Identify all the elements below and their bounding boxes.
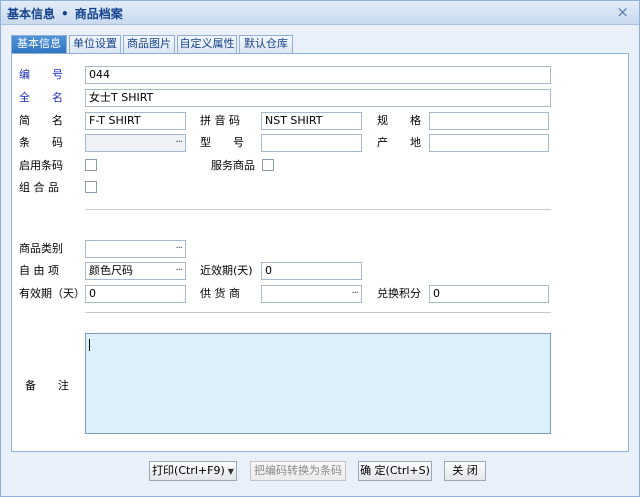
- shortname-input[interactable]: F-T SHIRT: [85, 112, 186, 130]
- close-icon[interactable]: ×: [616, 4, 629, 20]
- points-label: 兑换积分: [377, 287, 421, 300]
- free-item-picker-icon[interactable]: ···: [175, 263, 182, 279]
- combo-label: 组 合 品: [19, 181, 59, 194]
- near-expiry-input[interactable]: 0: [261, 262, 362, 280]
- dialog-body: 基本信息 单位设置 商品图片 自定义属性 默认仓库 编 号 044 全 名 女士…: [7, 31, 633, 452]
- section-divider: [85, 209, 551, 210]
- shortname-label: 简 名: [19, 114, 63, 127]
- enable-barcode-checkbox[interactable]: [85, 159, 97, 171]
- close-button[interactable]: 关 闭: [444, 461, 486, 481]
- tab-unit-settings[interactable]: 单位设置: [69, 35, 121, 53]
- print-button[interactable]: 打印(Ctrl+F9) ▼: [149, 461, 237, 481]
- category-picker-icon[interactable]: ···: [175, 241, 182, 257]
- section-divider-2: [85, 312, 551, 313]
- title-bar: 基本信息 • 商品档案 ×: [1, 1, 639, 25]
- remark-textarea[interactable]: [85, 333, 551, 434]
- tab-custom-attributes[interactable]: 自定义属性: [177, 35, 237, 53]
- dropdown-arrow-icon[interactable]: ▼: [228, 467, 234, 476]
- origin-label: 产 地: [377, 136, 421, 149]
- combo-checkbox[interactable]: [85, 181, 97, 193]
- breadcrumb-current: 商品档案: [74, 7, 123, 21]
- tab-default-warehouse[interactable]: 默认仓库: [239, 35, 293, 53]
- convert-to-barcode-button[interactable]: 把编码转换为条码: [250, 461, 346, 481]
- product-archive-window: 基本信息 • 商品档案 × 基本信息 单位设置 商品图片 自定义属性 默认仓库 编 …: [0, 0, 640, 497]
- pinyin-input[interactable]: NST SHIRT: [261, 112, 362, 130]
- service-goods-checkbox[interactable]: [262, 159, 274, 171]
- breadcrumb: 基本信息 • 商品档案: [7, 5, 123, 22]
- ok-button[interactable]: 确 定(Ctrl+S): [358, 461, 432, 481]
- free-item-input[interactable]: 颜色尺码 ···: [85, 262, 186, 280]
- barcode-picker-icon[interactable]: ···: [175, 135, 182, 151]
- tab-product-images[interactable]: 商品图片: [123, 35, 175, 53]
- model-label: 型 号: [200, 136, 244, 149]
- breadcrumb-separator: •: [61, 7, 69, 21]
- validity-input[interactable]: 0: [85, 285, 186, 303]
- barcode-label: 条 码: [19, 136, 63, 149]
- supplier-picker-icon[interactable]: ···: [351, 286, 358, 302]
- code-input[interactable]: 044: [85, 66, 551, 84]
- remark-label: 备 注: [25, 379, 69, 392]
- fullname-input[interactable]: 女士T SHIRT: [85, 89, 551, 107]
- origin-input[interactable]: [429, 134, 549, 152]
- validity-label: 有效期（天）: [19, 287, 85, 300]
- code-label: 编 号: [19, 68, 63, 81]
- points-input[interactable]: 0: [429, 285, 549, 303]
- spec-label: 规 格: [377, 114, 421, 127]
- free-item-label: 自 由 项: [19, 264, 59, 277]
- button-bar: 打印(Ctrl+F9) ▼ 把编码转换为条码 确 定(Ctrl+S) 关 闭: [1, 457, 639, 487]
- print-button-label: 打印(Ctrl+F9): [152, 464, 225, 477]
- breadcrumb-root: 基本信息: [7, 7, 56, 21]
- basic-info-panel: 编 号 044 全 名 女士T SHIRT 简 名 F-T SHIRT 拼 音 …: [11, 53, 629, 452]
- text-caret: [89, 339, 90, 351]
- pinyin-label: 拼 音 码: [200, 114, 240, 127]
- tab-basic-info[interactable]: 基本信息: [11, 35, 67, 54]
- near-expiry-label: 近效期(天): [200, 264, 253, 277]
- model-input[interactable]: [261, 134, 362, 152]
- enable-barcode-label: 启用条码: [19, 159, 63, 172]
- service-goods-label: 服务商品: [211, 159, 255, 172]
- supplier-label: 供 货 商: [200, 287, 240, 300]
- category-input[interactable]: ···: [85, 240, 186, 258]
- supplier-input[interactable]: ···: [261, 285, 362, 303]
- fullname-label: 全 名: [19, 91, 63, 104]
- free-item-value: 颜色尺码: [89, 264, 133, 277]
- category-label: 商品类别: [19, 242, 63, 255]
- spec-input[interactable]: [429, 112, 549, 130]
- barcode-input[interactable]: ···: [85, 134, 186, 152]
